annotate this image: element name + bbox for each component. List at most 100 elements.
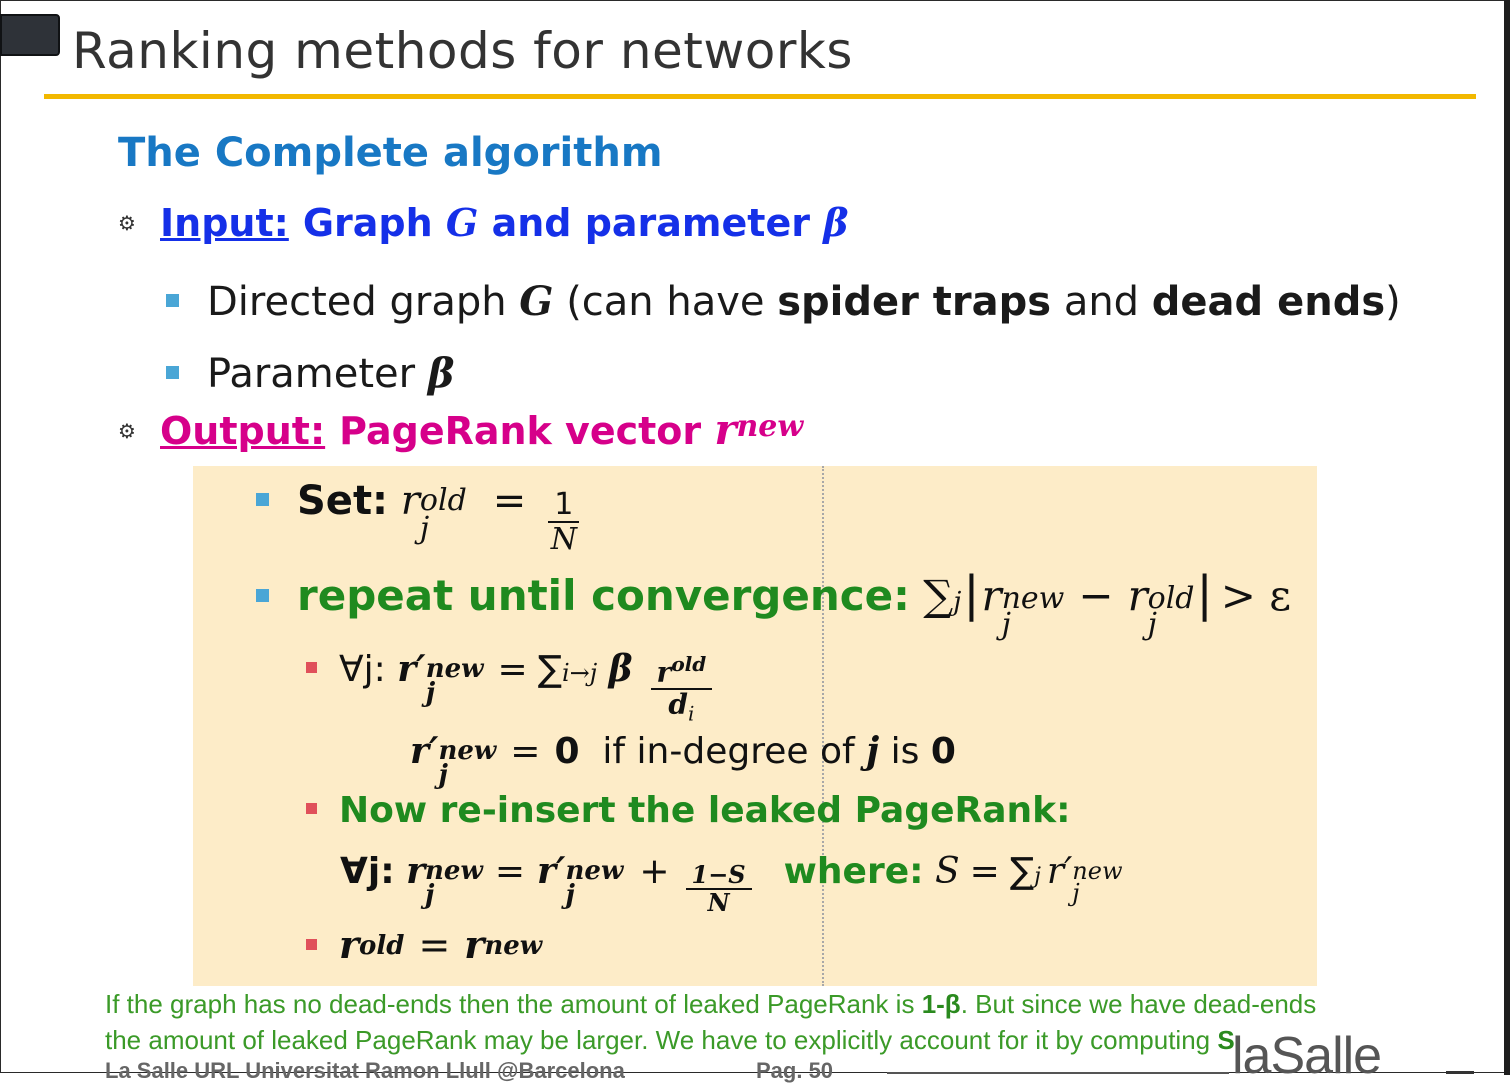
gear-bullet-icon: ⚙ (118, 211, 136, 235)
parameter-bullet: Parameter β (166, 350, 454, 397)
indegree-line: r′ new j = 0 if in-degree of j is 0 (410, 730, 956, 791)
r-new-3-scripts: new j (425, 858, 483, 910)
repeat-gt-eps: > ε (1220, 571, 1291, 620)
den-d: d (668, 687, 688, 721)
note-1a: If the graph has no dead-ends then the a… (105, 989, 922, 1019)
where-sum-sub: j (1034, 864, 1041, 889)
fraction-num: rold (650, 651, 713, 690)
spider-traps-text: spider traps (777, 279, 1052, 325)
r-prime-3: r′ (537, 850, 566, 892)
gear-bullet-icon: ⚙ (118, 419, 136, 443)
set-label: Set: (297, 478, 389, 524)
repeat-sub-j: j (1001, 607, 1011, 642)
if-indegree-text: if in-degree of (602, 731, 855, 772)
plus-sign: + (639, 851, 670, 892)
parameter-beta-symbol: β (427, 350, 455, 397)
update-line: r old = r new (306, 922, 542, 967)
sum-1: ∑ (537, 649, 562, 690)
output-r-symbol: r (714, 405, 737, 454)
title-rule (44, 94, 1476, 99)
abs-bar-right: | (1196, 566, 1213, 622)
fraction-r-over-d: rold di (650, 651, 713, 726)
square-bullet-icon (256, 589, 269, 602)
r-prime-2-scripts: new j (438, 738, 496, 788)
set-line: Set: r old j = 1 N (256, 478, 587, 556)
r-prime-1: r′ (397, 648, 426, 690)
frac-num-1-minus-s: 1−S (685, 861, 752, 891)
eq-1: = (497, 649, 528, 690)
input-text: Graph (302, 201, 433, 245)
and-text: and (1063, 279, 1140, 325)
forall-j-1: ∀j: (339, 649, 386, 690)
input-label: Input: (160, 201, 289, 245)
reinsert-line: Now re-insert the leaked PageRank: (306, 790, 1070, 831)
input-graph-symbol: G (445, 200, 479, 245)
where-S: S (934, 851, 960, 892)
zero-2: 0 (930, 731, 956, 772)
repeat-minus: − (1078, 571, 1114, 620)
update-eq: = (418, 923, 451, 967)
footer-rule-right (1446, 1071, 1474, 1074)
lasalle-logo: laSalle (1232, 1027, 1382, 1085)
slide-subtitle: The Complete algorithm (118, 130, 663, 176)
repeat-label: repeat until convergence: (297, 571, 910, 620)
r-new-3: r (406, 850, 426, 892)
r-prime-1-scripts: new j (426, 656, 484, 706)
set-sub-j: j (419, 511, 430, 546)
fraction-den: di (668, 687, 695, 726)
input-beta-symbol: β (823, 200, 849, 245)
directed-graph-bullet: Directed graph G (can have spider traps … (166, 278, 1401, 325)
indegree-j: j (866, 730, 880, 772)
r-prime-3-sub: j (565, 880, 575, 910)
directed-open-text: (can have (566, 279, 765, 325)
slide-tab-marker[interactable] (0, 14, 60, 56)
repeat-sum-symbol: ∑ (923, 571, 954, 620)
output-label: Output: (160, 409, 326, 453)
set-r-symbol: r (400, 478, 420, 524)
update-r-old: r (339, 922, 360, 967)
r-prime-3-scripts: new j (565, 858, 624, 910)
repeat-sup-new: new (1001, 581, 1065, 616)
forall-j-2: ∀j: (340, 851, 395, 892)
footer-rule (887, 1072, 1229, 1074)
num-sup-old: old (671, 651, 707, 676)
beta-1: β (608, 648, 633, 690)
square-bullet-icon (166, 294, 179, 307)
parameter-text: Parameter (207, 351, 416, 397)
where-sub-j: j (1072, 879, 1080, 907)
window-edge (1504, 0, 1510, 1075)
dead-ends-text: dead ends (1151, 279, 1386, 325)
eq-3: = (494, 851, 526, 892)
input-and-text: and parameter (491, 201, 810, 245)
set-numerator: 1 (548, 488, 580, 523)
repeat-r-new: r (981, 571, 1002, 620)
fraction-1-minus-s: 1−S N (685, 861, 752, 917)
slide-title: Ranking methods for networks (72, 22, 853, 80)
set-r-scripts: old j (419, 486, 467, 546)
eq-2: = (510, 731, 541, 772)
den-sub-i: i (687, 701, 695, 726)
zero-1: 0 (554, 731, 580, 772)
red-square-bullet-icon (306, 662, 317, 673)
note-2a: the amount of leaked PageRank may be lar… (105, 1025, 1218, 1055)
repeat-sum-sub: j (953, 587, 962, 617)
square-bullet-icon (166, 366, 179, 379)
r-new-3-sub: j (425, 880, 435, 910)
input-bullet: ⚙ Input: Graph G and parameter β (118, 200, 848, 245)
where-label: where: (783, 851, 924, 892)
is-text: is (890, 731, 920, 772)
note-1c: . But since we have dead-ends (960, 989, 1317, 1019)
r-prime-2: r′ (410, 730, 439, 772)
note-line-1: If the graph has no dead-ends then the a… (105, 986, 1485, 1022)
where-sum: ∑ (1009, 851, 1035, 892)
red-square-bullet-icon (306, 803, 317, 814)
num-r: r (656, 655, 672, 688)
update-r-new: r (464, 922, 485, 967)
output-text: PageRank vector (339, 409, 702, 453)
footer-organization: La Salle URL Universitat Ramon Llull @Ba… (105, 1058, 625, 1083)
where-r-prime-scripts: new j (1072, 859, 1122, 907)
set-equals: = (492, 478, 527, 524)
square-bullet-icon (256, 493, 269, 506)
repeat-r-old: r (1127, 571, 1148, 620)
red-square-bullet-icon (306, 939, 317, 950)
